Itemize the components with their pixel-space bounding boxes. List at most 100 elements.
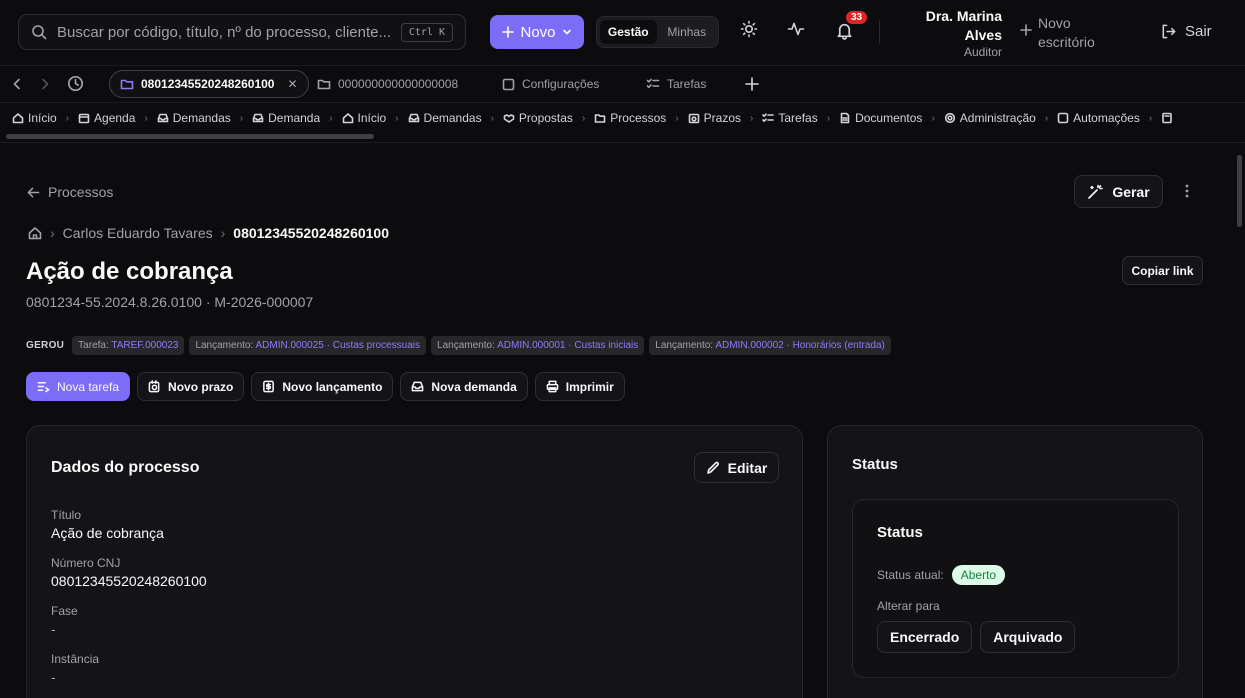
nav-item-agenda[interactable]: Agenda [78, 111, 135, 125]
nav-item-demandas-2[interactable]: Demandas [408, 111, 482, 125]
field-label: Número CNJ [51, 556, 121, 570]
user-role: Auditor [963, 45, 1002, 59]
chevron-right-icon: › [750, 112, 754, 124]
novo-prazo-button[interactable]: Novo prazo [137, 372, 245, 401]
nav-label: Agenda [94, 111, 136, 125]
chevron-right-icon: › [65, 112, 70, 124]
novo-escritorio-line1: Novo [1038, 15, 1071, 31]
chevron-right-icon: › [50, 225, 55, 241]
segment-minhas[interactable]: Minhas [659, 20, 716, 44]
field-label: Título [51, 508, 82, 522]
nav-label: Documentos [855, 111, 923, 125]
chip-link[interactable]: TAREF.000023 [111, 340, 178, 351]
printer-icon [546, 380, 559, 393]
chevron-right-icon: › [1148, 112, 1153, 124]
field-label: Fase [51, 604, 78, 618]
nav-item-tarefas[interactable]: Tarefas [762, 111, 818, 125]
nav-item-more[interactable] [1161, 112, 1173, 124]
nav-item-demandas[interactable]: Demandas [157, 111, 231, 125]
history-icon[interactable] [67, 75, 84, 92]
field-value: 08012345520248260100 [51, 573, 207, 589]
search-box[interactable]: Ctrl K [18, 14, 466, 50]
current-status: Status atual: Aberto [877, 565, 1006, 585]
card-title: Dados do processo [51, 459, 200, 476]
encerrado-button[interactable]: Encerrado [877, 621, 973, 653]
nav-item-propostas[interactable]: Propostas [503, 111, 573, 125]
home-icon[interactable] [28, 226, 42, 240]
nav-item-demanda[interactable]: Demanda [252, 111, 320, 125]
chip-prefix: Lançamento: [195, 340, 254, 351]
editar-button[interactable]: Editar [694, 452, 779, 483]
field-label: Instância [51, 652, 100, 666]
folder-icon [120, 77, 134, 91]
user-info[interactable]: Dra. Marina Alves Auditor [900, 7, 1002, 59]
novo-escritorio-line2: escritório [1038, 34, 1095, 50]
tab-tarefas[interactable]: Tarefas [636, 70, 716, 98]
nova-demanda-button[interactable]: Nova demanda [400, 372, 528, 401]
nav-label: Propostas [518, 111, 573, 125]
search-shortcut-hint: Ctrl K [400, 23, 453, 42]
search-input[interactable] [57, 23, 397, 41]
nav-item-documentos[interactable]: Documentos [839, 111, 922, 125]
action-label: Nova tarefa [57, 379, 120, 394]
chip-link[interactable]: ADMIN.000002 · Honorários (entrada) [715, 340, 885, 351]
gerou-label: GEROU [26, 340, 65, 351]
gerou-chip[interactable]: Lançamento: ADMIN.000025 · Custas proces… [189, 336, 427, 355]
back-arrow-icon[interactable] [10, 77, 24, 91]
field-instancia: Instância - [51, 652, 99, 685]
chevron-right-icon: › [395, 112, 399, 124]
back-to-processos-link[interactable]: Processos [27, 184, 113, 200]
novo-lancamento-button[interactable]: Novo lançamento [251, 372, 394, 401]
tab-processo[interactable]: 08012345520248260100 ✕ [109, 70, 309, 98]
nav-item-prazos[interactable]: Prazos [688, 111, 741, 125]
chevron-right-icon: › [220, 225, 226, 241]
tab-label: Tarefas [667, 77, 707, 91]
nova-tarefa-button[interactable]: Nova tarefa [26, 372, 131, 401]
gerar-button[interactable]: Gerar [1074, 175, 1163, 208]
sun-icon[interactable] [740, 20, 758, 38]
tabs-row: 08012345520248260100 ✕ 00000000000000000… [0, 66, 1245, 103]
page-subtitle: 0801234-55.2024.8.26.0100 · M-2026-00000… [26, 294, 314, 310]
activity-icon[interactable] [787, 20, 805, 38]
nav-item-automacoes[interactable]: Automações [1057, 111, 1140, 125]
chip-link[interactable]: ADMIN.000001 · Custas iniciais [497, 340, 638, 351]
tab-processo-2[interactable]: 000000000000000008 [307, 70, 468, 98]
user-name-line2: Alves [964, 27, 1002, 43]
field-value: - [51, 669, 56, 685]
nav-item-processos[interactable]: Processos [594, 111, 666, 125]
receipt-icon [262, 380, 275, 393]
nav-item-administracao[interactable]: Administração [944, 111, 1036, 125]
more-options-icon[interactable] [1180, 183, 1194, 199]
tab-configuracoes[interactable]: Configurações [492, 70, 609, 98]
arquivado-button[interactable]: Arquivado [980, 621, 1076, 653]
nav-item-inicio[interactable]: Início [12, 111, 57, 125]
forward-arrow-icon[interactable] [38, 77, 52, 91]
segment-gestao[interactable]: Gestão [600, 20, 657, 44]
document-icon [839, 112, 851, 124]
vertical-scrollbar[interactable] [1237, 155, 1242, 227]
logout-button[interactable]: Sair [1160, 23, 1212, 40]
novo-button[interactable]: Novo [490, 15, 584, 49]
action-label: Novo lançamento [282, 379, 383, 394]
chip-prefix: Lançamento: [655, 340, 714, 351]
field-value: Ação de cobrança [51, 525, 164, 541]
chevron-right-icon: › [329, 112, 333, 124]
gerou-chip[interactable]: Lançamento: ADMIN.000001 · Custas inicia… [431, 336, 645, 355]
novo-escritorio-button[interactable]: Novo escritório [1020, 14, 1095, 52]
inbox-icon [252, 112, 264, 124]
tab-label: 000000000000000008 [338, 77, 459, 91]
horizontal-scrollbar[interactable] [6, 134, 374, 139]
gerou-chip[interactable]: Lançamento: ADMIN.000002 · Honorários (e… [649, 336, 891, 355]
square-icon [502, 78, 515, 91]
back-label: Processos [48, 184, 114, 200]
breadcrumb-client[interactable]: Carlos Eduardo Tavares [63, 225, 213, 241]
nav-label: Tarefas [778, 111, 818, 125]
copy-link-button[interactable]: Copiar link [1122, 256, 1203, 285]
chip-link[interactable]: ADMIN.000025 · Custas processuais [256, 340, 421, 351]
new-tab-plus-icon[interactable] [744, 76, 760, 92]
gerou-chip[interactable]: Tarefa: TAREF.000023 [72, 336, 185, 355]
nav-item-inicio-2[interactable]: Início [342, 111, 387, 125]
nav-label: Início [357, 111, 387, 125]
close-icon[interactable]: ✕ [287, 77, 297, 91]
imprimir-button[interactable]: Imprimir [534, 372, 625, 401]
